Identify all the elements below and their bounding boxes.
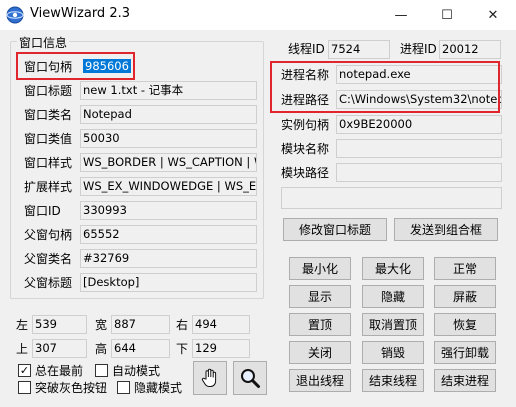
thread-id-label: 线程ID (288, 42, 325, 56)
bottom-label: 下 (176, 342, 189, 356)
right-field[interactable]: 494 (192, 315, 250, 334)
module-path-field[interactable] (336, 163, 502, 182)
minimize-button[interactable]: 最小化 (289, 257, 351, 280)
highlight-box-hwnd (16, 52, 135, 80)
normal-button[interactable]: 正常 (434, 257, 496, 280)
window-info-title: 窗口信息 (17, 34, 70, 52)
ex-style-label: 扩展样式 (24, 180, 73, 194)
app-icon (6, 6, 24, 24)
hide-mode-checkbox[interactable]: 隐藏模式 (117, 379, 182, 395)
width-field[interactable]: 887 (111, 315, 170, 334)
highlight-box-process (270, 61, 500, 113)
modify-title-button[interactable]: 修改窗口标题 (283, 218, 387, 241)
close-window-button[interactable]: ✕ (470, 0, 516, 30)
auto-mode-checkbox[interactable]: 自动模式 (95, 362, 160, 378)
thread-id-field[interactable]: 7524 (328, 40, 390, 59)
instance-handle-field[interactable]: 0x9BE20000 (336, 115, 502, 134)
exit-thread-button[interactable]: 退出线程 (289, 369, 351, 392)
end-process-button[interactable]: 结束进程 (434, 369, 496, 392)
topmost-label: 总在最前 (35, 363, 84, 378)
info-display-field[interactable] (281, 187, 502, 209)
force-unload-button[interactable]: 强行卸载 (434, 341, 496, 364)
ex-style-field[interactable]: WS_EX_WINDOWEDGE | WS_EX_AC (80, 177, 257, 196)
bottom-field[interactable]: 129 (192, 339, 250, 358)
process-id-label: 进程ID (400, 42, 437, 56)
minimize-window-button[interactable]: — (378, 0, 424, 30)
class-name-label: 窗口类名 (24, 108, 73, 122)
end-thread-button[interactable]: 结束线程 (362, 369, 424, 392)
mask-button[interactable]: 屏蔽 (434, 285, 496, 308)
close-button[interactable]: 关闭 (289, 341, 351, 364)
style-field[interactable]: WS_BORDER | WS_CAPTION | WS_C (80, 153, 257, 172)
window-title: ViewWizard 2.3 (30, 6, 130, 21)
restore-button[interactable]: 恢复 (434, 313, 496, 336)
width-label: 宽 (95, 318, 108, 332)
module-path-label: 模块路径 (281, 166, 330, 180)
parent-title-field[interactable]: [Desktop] (80, 273, 257, 292)
show-button[interactable]: 显示 (289, 285, 351, 308)
magnifier-tool-button[interactable] (233, 361, 267, 395)
module-name-field[interactable] (336, 139, 502, 158)
window-id-field[interactable]: 330993 (80, 201, 257, 220)
parent-class-label: 父窗类名 (24, 252, 73, 266)
parent-class-field[interactable]: #32769 (80, 249, 257, 268)
auto-mode-label: 自动模式 (112, 363, 161, 378)
unpin-top-button[interactable]: 取消置顶 (362, 313, 424, 336)
class-name-field[interactable]: Notepad (80, 105, 257, 124)
top-label: 上 (16, 342, 29, 356)
left-label: 左 (16, 318, 29, 332)
right-label: 右 (176, 318, 189, 332)
hide-button[interactable]: 隐藏 (362, 285, 424, 308)
style-label: 窗口样式 (24, 156, 73, 170)
process-id-field[interactable]: 20012 (439, 40, 501, 59)
break-gray-checkbox[interactable]: 突破灰色按钮 (18, 379, 107, 395)
finder-tool-button[interactable] (193, 361, 227, 395)
pin-top-button[interactable]: 置顶 (289, 313, 351, 336)
parent-hwnd-label: 父窗句柄 (24, 228, 73, 242)
module-name-label: 模块名称 (281, 142, 330, 156)
class-value-label: 窗口类值 (24, 132, 73, 146)
height-label: 高 (95, 342, 108, 356)
title-bar: ViewWizard 2.3 — ☐ ✕ (0, 0, 516, 30)
parent-hwnd-field[interactable]: 65552 (80, 225, 257, 244)
maximize-button[interactable]: 最大化 (362, 257, 424, 280)
top-field[interactable]: 307 (32, 339, 87, 358)
destroy-button[interactable]: 销毁 (362, 341, 424, 364)
class-value-field[interactable]: 50030 (80, 129, 257, 148)
window-id-label: 窗口ID (24, 204, 61, 218)
instance-handle-label: 实例句柄 (281, 118, 330, 132)
left-field[interactable]: 539 (32, 315, 87, 334)
send-to-combo-button[interactable]: 发送到组合框 (394, 218, 498, 241)
magnifier-icon (241, 369, 260, 388)
height-field[interactable]: 644 (111, 339, 170, 358)
hide-mode-label: 隐藏模式 (134, 380, 183, 395)
hand-icon (201, 368, 217, 387)
topmost-checkbox[interactable]: ✓ 总在最前 (18, 362, 83, 378)
window-title-field[interactable]: new 1.txt - 记事本 (80, 81, 257, 100)
topmost-check-icon: ✓ (18, 363, 31, 377)
title-label: 窗口标题 (24, 84, 73, 98)
break-gray-label: 突破灰色按钮 (35, 380, 108, 395)
parent-title-label: 父窗标题 (24, 276, 73, 290)
maximize-window-button[interactable]: ☐ (424, 0, 470, 30)
